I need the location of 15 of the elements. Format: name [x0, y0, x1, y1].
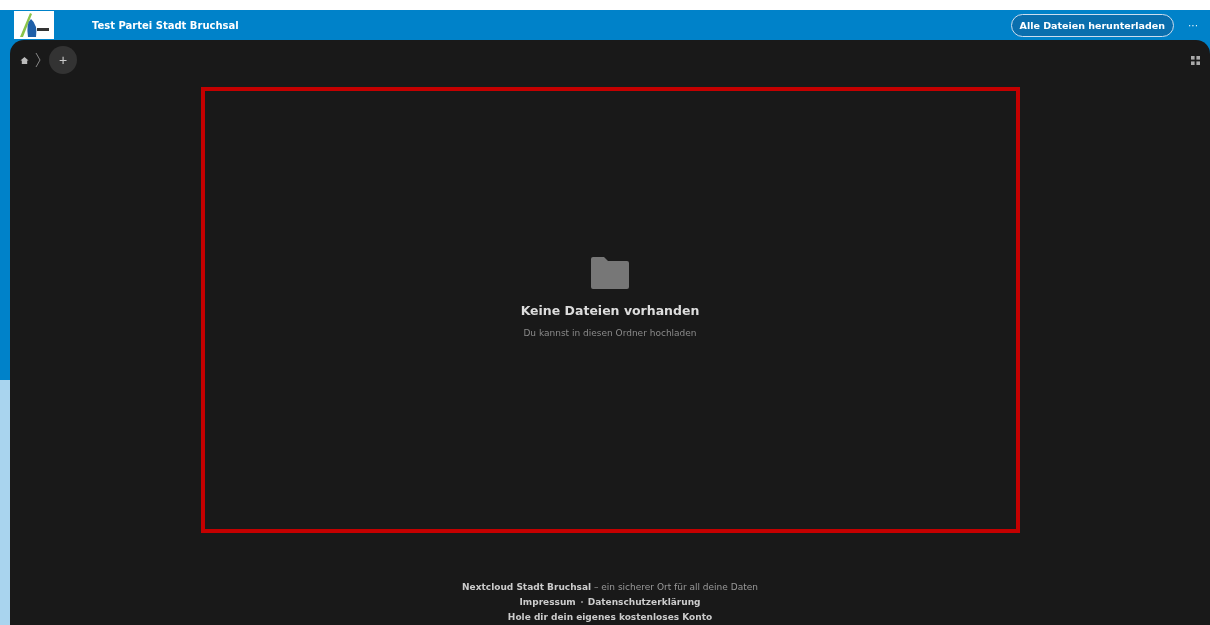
download-all-button[interactable]: Alle Dateien herunterladen	[1010, 13, 1174, 37]
footer-link[interactable]: Datenschutzerklärung	[587, 597, 701, 607]
chevron-right-icon	[35, 52, 41, 68]
share-title: Test Partei Stadt Bruchsal	[92, 19, 239, 31]
add-button[interactable]: +	[49, 46, 77, 74]
logo-icon	[14, 11, 54, 39]
more-button[interactable]: ···	[1184, 19, 1202, 31]
grid-view-icon[interactable]	[1191, 55, 1200, 65]
folder-icon	[591, 257, 629, 289]
empty-subtitle: Du kannst in diesen Ordner hochladen	[523, 328, 697, 338]
home-icon[interactable]	[20, 55, 29, 65]
footer-text: Nextcloud Stadt Bruchsal – ein sicherer Ort für all deine Daten	[462, 582, 758, 592]
signup-link[interactable]: Hole dir dein eigenes kostenloses Konto	[507, 612, 713, 622]
footer-link[interactable]: Impressum	[519, 597, 576, 607]
empty-title: Keine Dateien vorhanden	[520, 303, 700, 318]
